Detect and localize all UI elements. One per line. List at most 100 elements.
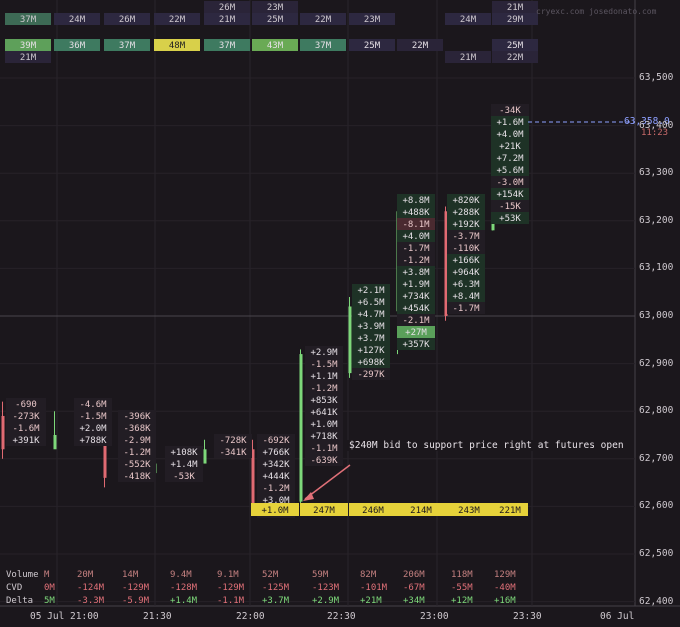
footprint-cell: +21K — [499, 142, 521, 152]
price-tick-label: 63,100 — [639, 262, 674, 274]
volume-value: 129M — [494, 570, 516, 580]
heatmap-cell: 21M — [20, 53, 37, 63]
heatmap-cell: 36M — [69, 41, 86, 51]
heatmap-cell: 21M — [507, 3, 524, 13]
volume-value: 52M — [262, 570, 279, 580]
cvd-value: -128M — [170, 583, 198, 593]
candle-body — [1, 415, 5, 450]
footprint-cell: -34K — [499, 106, 521, 116]
price-tick-label: 62,900 — [639, 357, 674, 369]
footprint-cell: +820K — [452, 196, 480, 206]
footprint-cell: +964K — [452, 268, 480, 278]
heatmap-cell: 22M — [412, 41, 429, 51]
volume-value: 59M — [312, 570, 329, 580]
volume-value: 9.4M — [170, 570, 192, 580]
delta-value: +1.4M — [170, 596, 198, 606]
price-axis[interactable]: 63,500 63,400 63,300 63,200 63,100 63,000 62,9… — [637, 0, 680, 627]
heatmap-cell: 26M — [219, 3, 236, 13]
footprint-cell: -1.2M — [262, 484, 290, 494]
footprint-cell: -690 — [15, 400, 37, 410]
grid — [0, 0, 680, 627]
delta-value: +16M — [494, 596, 516, 606]
footprint-cell: +734K — [402, 292, 430, 302]
heatmap-cell: 22M — [169, 15, 186, 25]
footprint-cell: +7.2M — [496, 154, 524, 164]
footprint-cell: +27M — [405, 328, 427, 338]
time-tick-label: 22:30 — [327, 611, 356, 622]
heatmap-cell: 21M — [460, 53, 477, 63]
footprint-cell: -639K — [310, 456, 338, 466]
footprint-cell: +2.9M — [310, 348, 338, 358]
heatmap-cell: 23M — [267, 3, 284, 13]
footprint-cell: -273K — [12, 412, 40, 422]
cvd-value: -124M — [77, 583, 105, 593]
time-tick-label: 22:00 — [236, 611, 265, 622]
footprint-cell: -1.5M — [79, 412, 107, 422]
price-tick-label: 63,300 — [639, 167, 674, 179]
heatmap-cell: 37M — [20, 15, 37, 25]
footprint-cell: +853K — [310, 396, 338, 406]
footprint-cell: -368K — [123, 424, 151, 434]
heatmap-cell: 29M — [507, 15, 524, 25]
footprint-cell: +3.8M — [402, 268, 430, 278]
footprint-cell: -4.6M — [79, 400, 107, 410]
volume-value: M — [44, 570, 50, 580]
footprint-cell: -15K — [499, 202, 521, 212]
footprint-cell: -53K — [173, 472, 195, 482]
footprint-cell: -396K — [123, 412, 151, 422]
footprint-cell: -692K — [262, 436, 290, 446]
footprint-cell: +8.8M — [402, 196, 430, 206]
footprint-cell: +1.9M — [402, 280, 430, 290]
footprint-cell: -8.1M — [402, 220, 430, 230]
cvd-row-label: CVD — [6, 583, 23, 593]
footprint-cell: +4.0M — [402, 232, 430, 242]
volume-value: 82M — [360, 570, 377, 580]
footprint-cell: +4.0M — [496, 130, 524, 140]
footprint-cell: +444K — [262, 472, 290, 482]
background — [0, 0, 680, 627]
footprint-cell: -3.7M — [452, 232, 480, 242]
price-tick-label: 63,000 — [639, 310, 674, 321]
bid-wall-cell: 221M — [499, 506, 521, 516]
price-tick-label: 63,500 — [639, 72, 674, 83]
heatmap-cell: 25M — [364, 41, 381, 51]
footprint-cell: +53K — [499, 214, 521, 224]
bid-wall-cell: 214M — [410, 506, 432, 516]
footprint-cell: +8.4M — [452, 292, 480, 302]
heatmap-cell: 39M — [20, 41, 37, 51]
time-tick-label: 06 Jul — [600, 611, 635, 622]
heatmap-cell: 22M — [507, 53, 524, 63]
footprint-cell: -1.1M — [310, 444, 338, 454]
time-tick-label: 23:00 — [420, 611, 449, 622]
price-tick-label: 62,600 — [639, 500, 674, 512]
footprint-cell: +718K — [310, 432, 338, 442]
footprint-cell: +6.3M — [452, 280, 480, 290]
bid-wall-cell: +1.0M — [261, 506, 289, 516]
footprint-cell: +2.0M — [79, 424, 107, 434]
footprint-cell: +4.7M — [357, 310, 385, 320]
footprint-cell: +166K — [452, 256, 480, 266]
footprint-cell: +342K — [262, 460, 290, 470]
heatmap-cell: 25M — [267, 15, 284, 25]
footprint-cell: +391K — [12, 436, 40, 446]
price-tick-label: 63,200 — [639, 214, 674, 226]
cvd-value: -129M — [217, 583, 245, 593]
cvd-value: -123M — [312, 583, 340, 593]
footprint-cell: +2.1M — [357, 286, 385, 296]
footprint-cell: +357K — [402, 340, 430, 350]
candle-body — [299, 354, 303, 502]
delta-value: 5M — [44, 596, 55, 606]
delta-value: +3.7M — [262, 596, 290, 606]
heatmap-cell: 23M — [364, 15, 381, 25]
footprint-cell: +454K — [402, 304, 430, 314]
delta-row-label: Delta — [6, 596, 34, 606]
delta-value: -1.1M — [217, 596, 245, 606]
footprint-chart[interactable]: 26M 23M 21M 37M 24M 26M 22M 21M 25M 22M 23M 24M 29M 3… — [0, 0, 680, 627]
bid-wall-cell: 246M — [362, 506, 384, 516]
price-tick-label: 62,700 — [639, 452, 674, 464]
footprint-cell: +154K — [496, 190, 524, 200]
footprint-cell: -1.2M — [402, 256, 430, 266]
footprint-cell: +5.6M — [496, 166, 524, 176]
bid-wall-cell: 247M — [313, 506, 335, 516]
footprint-cell: +3.7M — [357, 334, 385, 344]
